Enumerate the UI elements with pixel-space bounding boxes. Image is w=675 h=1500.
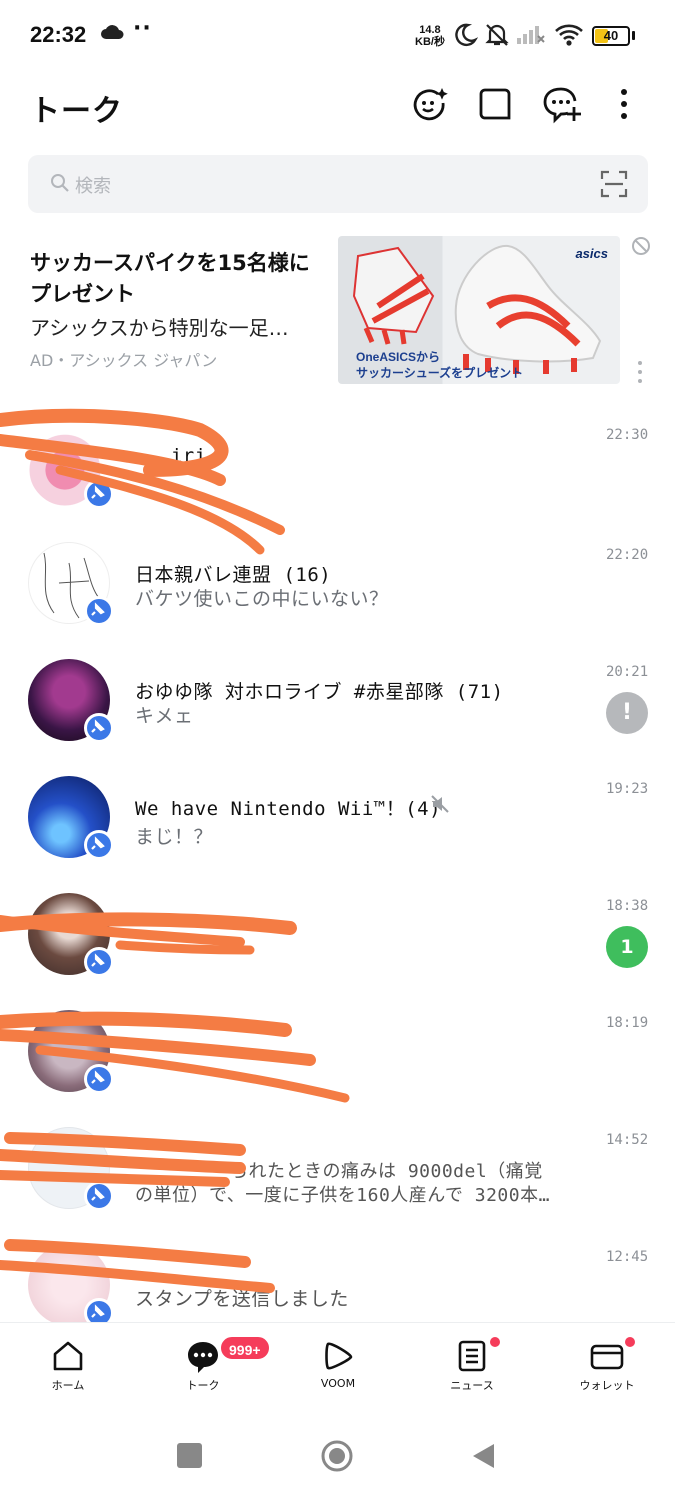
chat-name: おゆゆ隊 対ホロライブ #赤星部隊 (71) (135, 681, 504, 703)
home-icon (51, 1339, 85, 1377)
ad-image[interactable]: asics OneASICSから サッカーシューズをプレゼント (338, 236, 620, 384)
recent-apps-button[interactable] (177, 1443, 202, 1468)
chat-message: キメェ (135, 705, 194, 727)
home-button[interactable] (320, 1439, 354, 1477)
ad-image-caption: OneASICSから (356, 350, 441, 364)
page-title: トーク (30, 94, 123, 129)
nav-label: VOOM (320, 1377, 356, 1390)
square-chat-icon[interactable] (477, 86, 513, 122)
alert-badge: ! (606, 692, 648, 734)
nav-voom[interactable]: VOOM (288, 1323, 388, 1403)
status-time: 22:32 (30, 22, 87, 47)
chat-time: 14:52 (606, 1132, 649, 1148)
scan-icon[interactable] (600, 170, 628, 202)
unread-badge: 1 (606, 926, 648, 968)
cloud-icon (100, 24, 126, 44)
chat-row[interactable]: ...iri 22:30 (0, 425, 675, 552)
chat-name: ...iri (135, 445, 207, 467)
pin-icon (84, 1181, 114, 1211)
battery-level: 40 (603, 28, 619, 43)
chat-message: バケツ使いこの中にいない？ (135, 588, 389, 610)
wifi-icon (554, 22, 584, 52)
nav-home[interactable]: ホーム (18, 1323, 118, 1403)
status-bar: 22:32 ·· 14.8 KB/秒 40 (0, 0, 675, 72)
chat-name: We have Nintendo Wii™！(4) (135, 798, 442, 820)
search-placeholder: 検索 (75, 176, 111, 197)
talk-icon (185, 1339, 221, 1379)
chat-message: スタンプを送信しました (135, 1288, 349, 1310)
chat-row[interactable]: 日本親バレ連盟 (16) バケツ使いこの中にいない？ 22:20 (0, 542, 675, 669)
nav-label: ウォレット (579, 1379, 635, 1392)
system-nav (0, 1402, 675, 1500)
chat-time: 22:20 (606, 547, 649, 563)
moon-icon (452, 22, 479, 52)
search-bar[interactable]: 検索 (28, 155, 648, 213)
ad-image-caption-2: サッカーシューズをプレゼント (356, 366, 524, 380)
chat-row[interactable]: 18:38 1 (0, 893, 675, 1020)
chat-row[interactable]: We have Nintendo Wii™！(4) まじ！？ 19:23 (0, 776, 675, 903)
chat-time: 18:19 (606, 1015, 649, 1031)
status-dots: ·· (133, 16, 152, 41)
news-icon (455, 1339, 489, 1377)
ad-brand: asics (575, 246, 608, 261)
network-speed: 14.8 KB/秒 (415, 24, 445, 48)
bottom-nav: ホーム 999+ トーク VOOM ニュース ウォレット (0, 1322, 675, 1402)
chat-time: 19:23 (606, 781, 649, 797)
pin-icon (84, 596, 114, 626)
pin-icon (84, 830, 114, 860)
ad-title[interactable]: サッカースパイクを15名様にプレゼント (30, 248, 320, 310)
pin-icon (84, 1064, 114, 1094)
bell-off-icon (484, 22, 510, 52)
chat-row[interactable]: られたときの痛みは 9000del（痛覚 の単位）で、一度に子供を160人産んで… (0, 1127, 675, 1254)
chat-message: まじ！？ (135, 826, 214, 848)
ad-hide-icon[interactable] (631, 236, 651, 260)
wallet-dot (625, 1337, 635, 1347)
nav-news[interactable]: ニュース (422, 1323, 522, 1403)
chat-message-line2: の単位）で、一度に子供を160人産んで 3200本… (135, 1185, 550, 1206)
pin-icon (84, 479, 114, 509)
nav-label: ホーム (51, 1379, 85, 1392)
nav-label: ニュース (450, 1379, 494, 1392)
chat-time: 18:38 (606, 898, 649, 914)
chat-time: 22:30 (606, 427, 649, 443)
add-chat-icon[interactable] (543, 86, 581, 124)
pin-icon (84, 713, 114, 743)
chat-name: 日本親バレ連盟 (16) (135, 564, 332, 586)
chat-row[interactable]: おゆゆ隊 対ホロライブ #赤星部隊 (71) キメェ 20:21 ! (0, 659, 675, 786)
ad-description: アシックスから特別な一足… (30, 316, 289, 340)
chat-row[interactable]: 18:19 (0, 1010, 675, 1137)
more-vert-icon[interactable] (612, 86, 636, 122)
battery-icon: 40 (592, 26, 630, 46)
news-dot (490, 1337, 500, 1347)
ad-more-icon[interactable] (637, 360, 643, 388)
nav-wallet[interactable]: ウォレット (557, 1323, 657, 1403)
talk-count-badge: 999+ (219, 1335, 271, 1361)
face-sparkle-icon[interactable] (412, 86, 448, 122)
nav-talk[interactable]: 999+ トーク (153, 1323, 271, 1403)
mute-icon (430, 794, 450, 818)
wallet-icon (589, 1339, 625, 1377)
back-button[interactable] (470, 1442, 496, 1474)
chat-time: 20:21 (606, 664, 649, 680)
chat-message: られたときの痛みは 9000del（痛覚 (230, 1161, 543, 1182)
pin-icon (84, 947, 114, 977)
battery-tip (632, 31, 635, 40)
signal-icon (516, 22, 546, 52)
ad-meta: AD・アシックス ジャパン (30, 351, 218, 370)
voom-icon (321, 1339, 355, 1377)
search-icon (50, 173, 70, 197)
chat-time: 12:45 (606, 1249, 649, 1265)
nav-label: トーク (186, 1379, 220, 1392)
